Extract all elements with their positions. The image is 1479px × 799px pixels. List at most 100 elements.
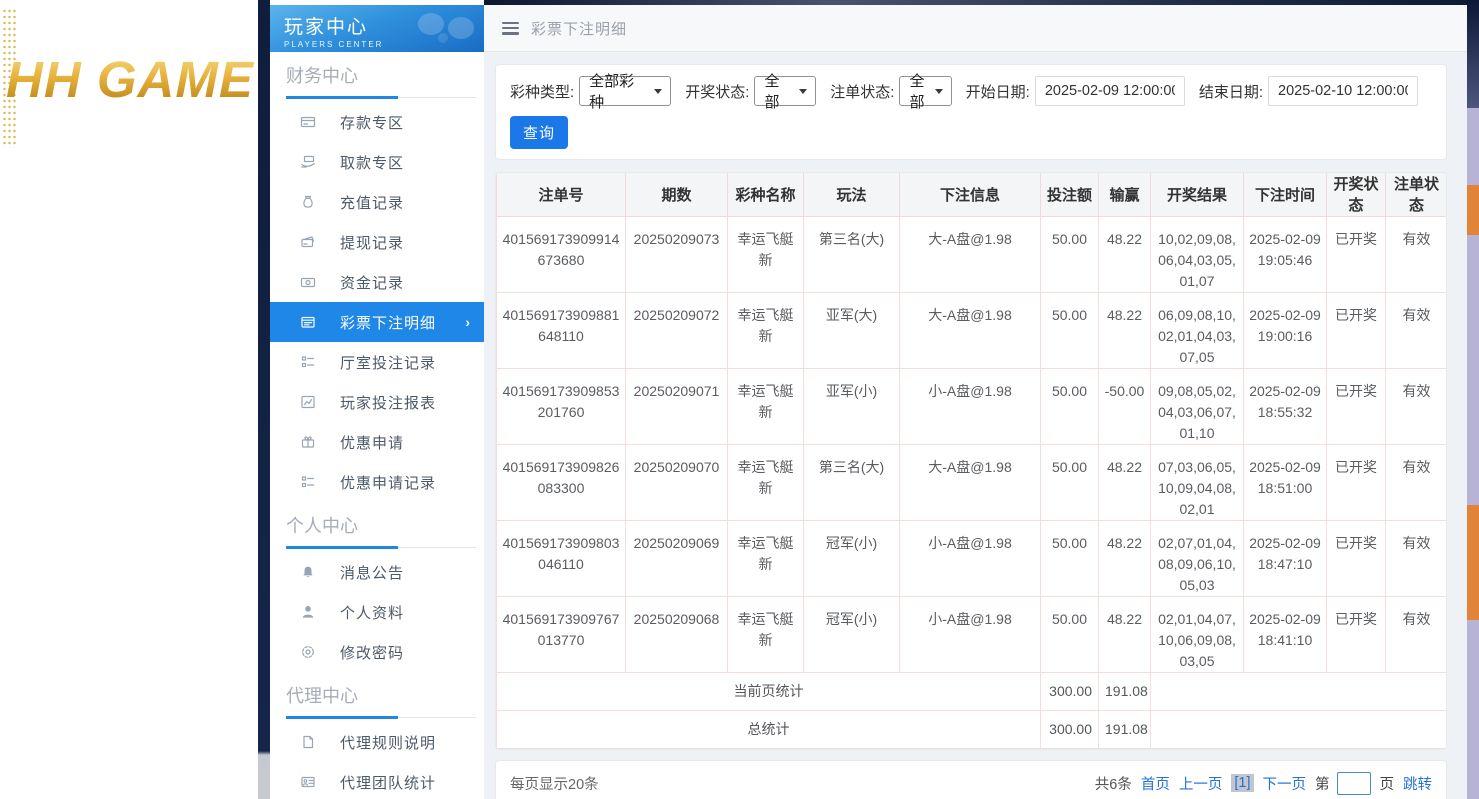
sidebar: 玩家中心 PLAYERS CENTER 财务中心存款专区取款专区充值记录提现记录… — [270, 0, 484, 799]
sidebar-item-deposit-card[interactable]: 存款专区 — [270, 102, 484, 142]
sidebar-item-label: 修改密码 — [340, 642, 404, 663]
sidebar-item-label: 个人资料 — [340, 602, 404, 623]
first-page-link[interactable]: 首页 — [1141, 773, 1170, 794]
draw-status-cell: 已开奖 — [1327, 292, 1386, 368]
sidebar-item-bell[interactable]: 消息公告 — [270, 552, 484, 592]
order-status-select[interactable]: 全部 — [899, 76, 951, 106]
sidebar-item-withdraw-hand[interactable]: 取款专区 — [270, 142, 484, 182]
sidebar-item-lottery-detail[interactable]: 彩票下注明细 › — [270, 302, 484, 342]
promo-apply-icon — [300, 434, 316, 450]
bet-time-cell: 2025-02-09 18:41:10 — [1244, 596, 1327, 672]
win-loss-cell: 48.22 — [1099, 444, 1151, 520]
win-loss-cell: 48.22 — [1099, 292, 1151, 368]
order-status-label: 注单状态: — [830, 81, 894, 102]
bet-time-cell: 2025-02-09 19:00:16 — [1244, 292, 1327, 368]
jump-suffix-label: 页 — [1380, 773, 1395, 794]
sidebar-item-hall-bet-record[interactable]: 厅室投注记录 — [270, 342, 484, 382]
bet-info-cell: 大-A盘@1.98 — [900, 444, 1041, 520]
draw-result-cell: 10,02,09,08,06,04,03,05,01,07 — [1151, 216, 1244, 292]
summary-label-cell: 当前页统计 — [497, 672, 1041, 710]
column-header-bet-amount: 投注额 — [1041, 173, 1099, 216]
lottery-type-select[interactable]: 全部彩种 — [579, 76, 671, 106]
draw-status-cell: 已开奖 — [1327, 596, 1386, 672]
bet-id-cell: 401569173909881648110 — [497, 292, 626, 368]
players-center-banner: 玩家中心 PLAYERS CENTER — [270, 5, 484, 52]
order-status-cell: 有效 — [1386, 444, 1448, 520]
column-header-bet-id: 注单号 — [497, 173, 626, 216]
jump-button[interactable]: 跳转 — [1403, 773, 1432, 794]
draw-status-cell: 已开奖 — [1327, 216, 1386, 292]
page-jump-input[interactable] — [1337, 772, 1371, 795]
period-cell: 20250209069 — [626, 520, 728, 596]
sidebar-item-promo-apply[interactable]: 优惠申请 — [270, 422, 484, 462]
sidebar-item-funds-record[interactable]: 资金记录 — [270, 262, 484, 302]
start-date-input[interactable] — [1035, 76, 1185, 106]
summary-row: 当前页统计300.00191.08 — [497, 672, 1448, 710]
lottery-type-value: 全部彩种 — [589, 70, 646, 112]
draw-result-cell: 07,03,06,05,10,09,04,08,02,01 — [1151, 444, 1244, 520]
bell-icon — [300, 564, 316, 580]
withdrawal-record-icon — [300, 234, 316, 250]
summary-bet-amount-cell: 300.00 — [1041, 710, 1099, 748]
withdraw-hand-icon — [300, 154, 316, 170]
hall-bet-record-icon — [300, 354, 316, 370]
bet-id-cell: 401569173909914673680 — [497, 216, 626, 292]
deposit-card-icon — [300, 114, 316, 130]
pagination-bar: 每页显示20条 共6条 首页 上一页 [1] 下一页 第 页 跳转 — [495, 760, 1447, 799]
sidebar-item-promo-record[interactable]: 优惠申请记录 — [270, 462, 484, 502]
sidebar-item-label: 消息公告 — [340, 562, 404, 583]
summary-empty-cell — [1151, 672, 1448, 710]
order-status-value: 全部 — [909, 70, 926, 112]
jump-prefix-label: 第 — [1315, 773, 1330, 794]
bet-info-cell: 小-A盘@1.98 — [900, 520, 1041, 596]
draw-result-cell: 09,08,05,02,04,03,06,07,01,10 — [1151, 368, 1244, 444]
sidebar-item-label: 存款专区 — [340, 112, 404, 133]
column-header-draw-status: 开奖状态 — [1327, 173, 1386, 216]
total-count-text: 共6条 — [1095, 773, 1132, 794]
draw-status-label: 开奖状态: — [685, 81, 749, 102]
sidebar-item-recharge-bag[interactable]: 充值记录 — [270, 182, 484, 222]
end-date-label: 结束日期: — [1199, 81, 1263, 102]
chevron-right-icon: › — [465, 314, 470, 330]
draw-status-cell: 已开奖 — [1327, 368, 1386, 444]
prev-page-link[interactable]: 上一页 — [1179, 773, 1223, 794]
recharge-bag-icon — [300, 194, 316, 210]
order-status-cell: 有效 — [1386, 596, 1448, 672]
sidebar-item-withdrawal-record[interactable]: 提现记录 — [270, 222, 484, 262]
bet-id-cell: 401569173909803046110 — [497, 520, 626, 596]
sidebar-item-player-report[interactable]: 玩家投注报表 — [270, 382, 484, 422]
sidebar-item-label: 代理规则说明 — [340, 732, 436, 753]
play-type-cell: 第三名(大) — [804, 216, 900, 292]
bet-id-cell: 401569173909826083300 — [497, 444, 626, 520]
bet-detail-table: 注单号期数彩种名称玩法下注信息投注额输赢开奖结果下注时间开奖状态注单状态 401… — [496, 173, 1447, 749]
menu-toggle-icon[interactable] — [502, 22, 519, 35]
order-status-cell: 有效 — [1386, 292, 1448, 368]
summary-win-loss-cell: 191.08 — [1099, 710, 1151, 748]
win-loss-cell: 48.22 — [1099, 216, 1151, 292]
per-page-text: 每页显示20条 — [510, 773, 599, 794]
sidebar-item-team-stats[interactable]: 代理团队统计 — [270, 762, 484, 799]
draw-status-select[interactable]: 全部 — [754, 76, 816, 106]
sidebar-item-label: 提现记录 — [340, 232, 404, 253]
sidebar-item-label: 优惠申请 — [340, 432, 404, 453]
order-status-cell: 有效 — [1386, 520, 1448, 596]
sidebar-item-document[interactable]: 代理规则说明 — [270, 722, 484, 762]
win-loss-cell: -50.00 — [1099, 368, 1151, 444]
bet-detail-table-panel: 注单号期数彩种名称玩法下注信息投注额输赢开奖结果下注时间开奖状态注单状态 401… — [495, 172, 1447, 750]
sidebar-item-person[interactable]: 个人资料 — [270, 592, 484, 632]
lottery-detail-icon — [300, 314, 316, 330]
funds-record-icon — [300, 274, 316, 290]
next-page-link[interactable]: 下一页 — [1263, 773, 1307, 794]
end-date-input[interactable] — [1268, 76, 1418, 106]
sidebar-item-label: 玩家投注报表 — [340, 392, 436, 413]
sidebar-item-label: 彩票下注明细 — [340, 312, 436, 333]
table-row: 40156917390988164811020250209072幸运飞艇新亚军(… — [497, 292, 1448, 368]
sidebar-item-gear[interactable]: 修改密码 — [270, 632, 484, 672]
sidebar-item-label: 取款专区 — [340, 152, 404, 173]
order-status-cell: 有效 — [1386, 216, 1448, 292]
summary-empty-cell — [1151, 710, 1448, 748]
search-button[interactable]: 查询 — [510, 116, 568, 149]
play-type-cell: 冠军(小) — [804, 596, 900, 672]
logo-pane: HH GAME — [0, 0, 258, 799]
win-loss-cell: 48.22 — [1099, 596, 1151, 672]
